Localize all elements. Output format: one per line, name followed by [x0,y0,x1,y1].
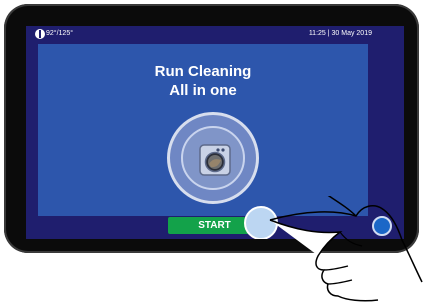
status-bar: 92°/125° 11:25 | 30 May 2019 [26,26,404,43]
program-selector-button[interactable] [167,112,259,204]
power-icon[interactable] [35,29,45,39]
temperature-readout: 92°/125° [46,30,74,37]
hand-pointer-icon [269,196,423,302]
washer-icon [199,144,231,176]
program-subtitle: All in one [169,82,237,99]
program-panel: Run Cleaning All in one [38,44,368,216]
date-time-readout: 11:25 | 30 May 2019 [308,30,372,37]
program-title: Run Cleaning [154,63,252,80]
program-icon-circle [181,126,245,190]
